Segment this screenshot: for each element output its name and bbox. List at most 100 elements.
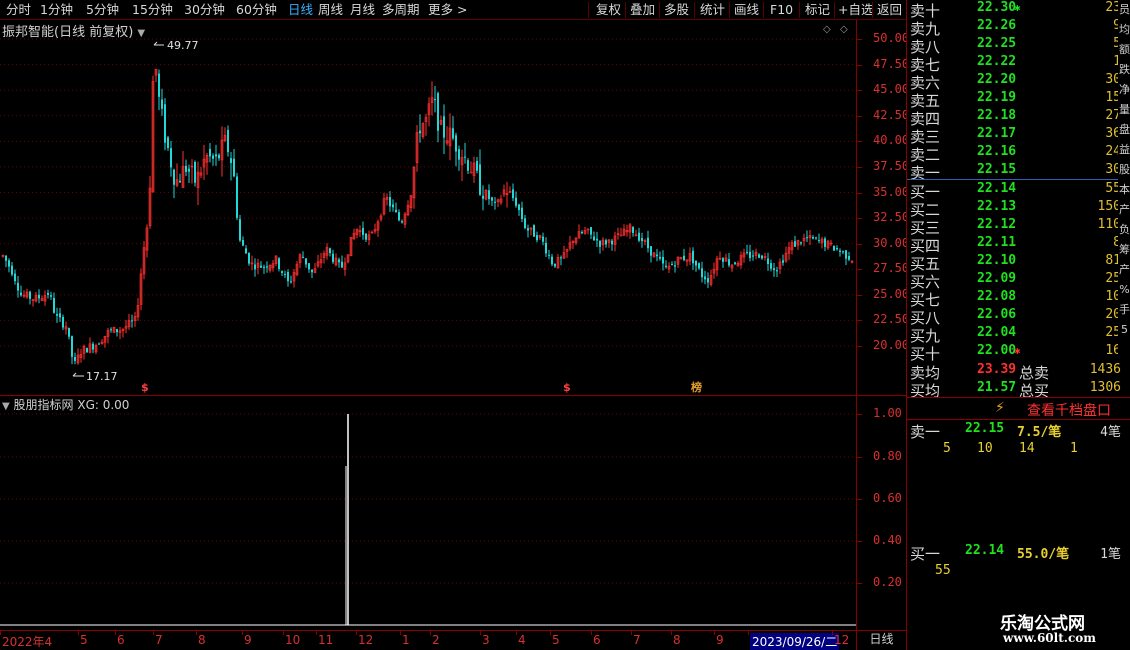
candle-body — [179, 180, 181, 183]
bid-level-row[interactable]: 买六 22.09 25 — [907, 271, 1130, 291]
toolbar-divider — [763, 2, 764, 18]
candle-body — [806, 237, 808, 239]
tab-60min[interactable]: 60分钟 — [236, 1, 277, 19]
tab-15min[interactable]: 15分钟 — [132, 1, 173, 19]
ask-level-row[interactable]: 卖八22.255 — [907, 36, 1130, 56]
candle-body — [524, 218, 526, 229]
ask-level-row[interactable]: 卖七22.221 — [907, 54, 1130, 74]
tab-minute[interactable]: 分时 — [6, 1, 31, 19]
bid-level-row[interactable]: 买九 22.04 25 — [907, 325, 1130, 345]
toolbar-divider — [588, 2, 589, 18]
candle-body — [311, 269, 313, 273]
candlestick-chart[interactable]: 49.77 17.17 $ $ 榜 — [0, 20, 856, 630]
price-tick-label: 20.00 — [873, 338, 910, 352]
candle-body — [551, 256, 553, 265]
statistics-button[interactable]: 统计 — [700, 1, 725, 19]
buy1-queue-count: 1笔 — [1100, 547, 1121, 562]
tab-1min[interactable]: 1分钟 — [40, 1, 73, 19]
tab-daily[interactable]: 日线 — [288, 1, 313, 19]
watermark-url: www.60lt.com — [1003, 631, 1096, 645]
f10-button[interactable]: F10 — [770, 1, 793, 19]
low-arrow-icon — [72, 372, 84, 377]
toolbar-divider — [872, 2, 873, 18]
side-strip-char: 本 — [1119, 183, 1130, 196]
candle-body — [212, 155, 214, 159]
indicator-tick-mark — [857, 583, 862, 584]
candle-body — [548, 254, 550, 256]
date-tick-mark — [356, 631, 357, 635]
ask-level-row[interactable]: 卖四 22.18 27 — [907, 108, 1130, 128]
indicator-name: 股朋指标网 XG: 0.00 — [13, 398, 130, 412]
candle-body — [638, 232, 640, 241]
ask-level-row[interactable]: 卖五 22.19 15 — [907, 90, 1130, 110]
side-strip-char: 益 — [1119, 143, 1130, 156]
dropdown-icon[interactable]: ▼ — [137, 28, 145, 39]
period-label: 日线 — [856, 630, 906, 650]
high-arrow-icon — [153, 41, 164, 46]
side-strip-char: 产 — [1119, 263, 1130, 276]
bid-level-row[interactable]: 买八 22.06 20 — [907, 307, 1130, 327]
candle-body — [230, 158, 232, 163]
side-strip-char: 盘 — [1119, 123, 1130, 136]
candle-body — [8, 260, 10, 267]
candle-body — [248, 252, 250, 264]
side-info-strip: 员均额跌净量盘益股本产负筹产% 手 5 — [1118, 0, 1130, 360]
tab-more[interactable]: 更多 > — [428, 1, 467, 19]
sell1-order: 14 — [1019, 441, 1035, 456]
candle-body — [29, 291, 31, 299]
chart-title[interactable]: 振邦智能(日线 前复权) ▼ — [2, 21, 145, 40]
restore-rights-button[interactable]: 复权 — [596, 1, 621, 19]
ask-level-row[interactable]: 卖三 22.17 36 — [907, 126, 1130, 146]
price-tick-mark — [857, 346, 862, 347]
tab-weekly[interactable]: 周线 — [318, 1, 343, 19]
date-tick-mark — [516, 631, 517, 635]
bid-level-row[interactable]: 买一 22.14 55 — [907, 181, 1130, 201]
candle-body — [74, 357, 76, 361]
tab-multi-period[interactable]: 多周期 — [382, 1, 420, 19]
candle-body — [329, 248, 331, 254]
multi-stock-button[interactable]: 多股 — [664, 1, 689, 19]
date-tick-label: 10 — [285, 633, 301, 647]
overlay-button[interactable]: 叠加 — [630, 1, 655, 19]
candle-body — [845, 250, 847, 259]
candle-body — [110, 329, 112, 331]
candle-body — [86, 348, 88, 353]
mark-button[interactable]: 标记 — [805, 1, 830, 19]
buy1-queue-price: 22.14 — [965, 543, 1005, 558]
bid-level-row[interactable]: 买三 22.12 110 — [907, 217, 1130, 237]
tab-monthly[interactable]: 月线 — [350, 1, 375, 19]
dropdown-icon[interactable]: ▼ — [2, 401, 10, 412]
ask-level-row[interactable]: 卖一 22.15 30 — [907, 162, 1130, 182]
ask-level-row[interactable]: 卖六 22.20 30 — [907, 72, 1130, 92]
tab-5min[interactable]: 5分钟 — [86, 1, 119, 19]
indicator-tick-mark — [857, 457, 862, 458]
bid-level-row[interactable]: 买五 22.10 81 — [907, 253, 1130, 273]
bid-level-row[interactable]: 买二 22.13 150 — [907, 199, 1130, 219]
sell1-order: 1 — [1070, 441, 1078, 456]
level-price: 22.26 — [977, 18, 1017, 33]
tab-30min[interactable]: 30分钟 — [184, 1, 225, 19]
bid-level-row[interactable]: 买四22.118 — [907, 235, 1130, 255]
candle-body — [170, 148, 172, 168]
ask-level-row[interactable]: 卖二 22.16 24 — [907, 144, 1130, 164]
ask-level-row[interactable]: 卖九22.269 — [907, 18, 1130, 38]
candle-body — [554, 263, 556, 267]
date-tick-label: 12 — [358, 633, 374, 647]
date-tick-label: 3 — [482, 633, 490, 647]
diamond-icon[interactable]: ◇ — [840, 24, 848, 35]
candle-body — [650, 246, 652, 256]
bid-level-row[interactable]: 买七 22.08 10 — [907, 289, 1130, 309]
price-axis: 50.00 47.50 45.00 42.50 40.00 37.50 35.00 32.50… — [856, 20, 910, 630]
price-tick-label: 27.50 — [873, 261, 910, 276]
candle-body — [818, 240, 820, 242]
side-strip-char: % — [1119, 283, 1130, 296]
candle-body — [389, 197, 391, 207]
candle-body — [185, 165, 187, 172]
add-watchlist-button[interactable]: +自选 — [838, 1, 873, 19]
back-button[interactable]: 返回 — [877, 1, 902, 19]
diamond-icon[interactable]: ◇ — [823, 24, 831, 35]
indicator-title[interactable]: ▼ 股朋指标网 XG: 0.00 — [2, 396, 129, 413]
draw-line-button[interactable]: 画线 — [734, 1, 759, 19]
candle-body — [455, 135, 457, 152]
view-depth-link[interactable]: 查看千档盘口 — [1027, 400, 1111, 420]
